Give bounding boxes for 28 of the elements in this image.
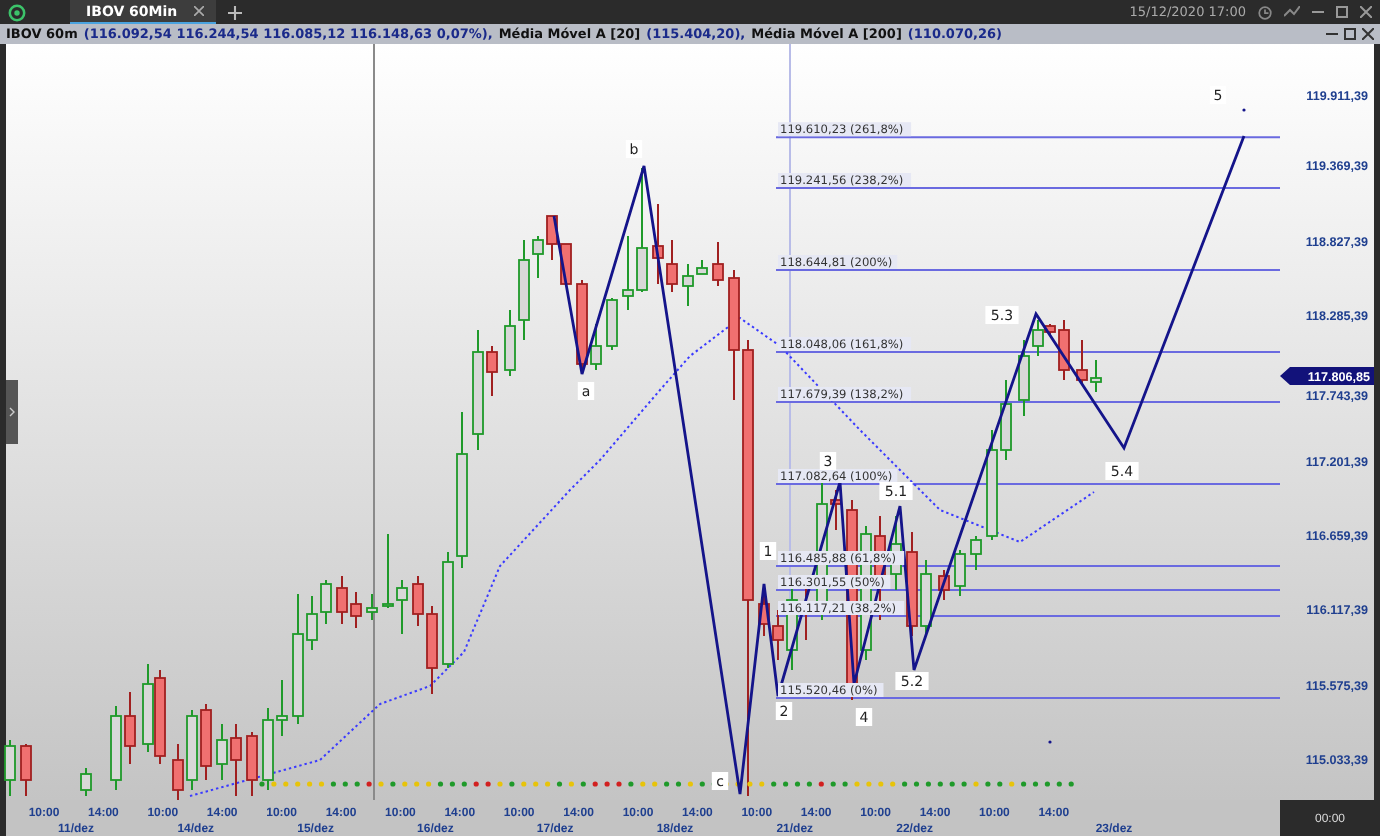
fibonacci-line[interactable] (775, 615, 1281, 617)
candlestick (246, 731, 258, 797)
candlestick (712, 241, 724, 287)
candlestick (954, 549, 966, 597)
fibonacci-line[interactable] (775, 483, 1281, 485)
candlestick (366, 593, 378, 621)
candlestick (4, 739, 16, 797)
app-logo-icon[interactable] (8, 3, 26, 21)
chart-icon[interactable] (1284, 6, 1300, 18)
plus-icon[interactable] (227, 5, 242, 19)
wave-line[interactable] (552, 135, 1246, 796)
point-marker (1242, 108, 1246, 112)
candlestick (80, 767, 92, 797)
close-icon[interactable] (1360, 6, 1372, 18)
restore-icon[interactable] (1344, 28, 1356, 40)
clock-icon[interactable] (1258, 5, 1272, 19)
fibonacci-line[interactable] (775, 565, 1281, 567)
candlestick (938, 569, 950, 601)
close-icon[interactable] (193, 6, 204, 16)
close-icon[interactable] (1362, 28, 1374, 40)
sidebar-handle[interactable] (6, 380, 18, 444)
maximize-icon[interactable] (1336, 6, 1348, 18)
fibonacci-line[interactable] (775, 589, 1281, 591)
point-marker (1048, 740, 1052, 744)
vertical-marker-line[interactable] (373, 44, 375, 801)
candlestick (970, 535, 982, 571)
candlestick (606, 297, 618, 351)
candlestick (20, 743, 32, 797)
